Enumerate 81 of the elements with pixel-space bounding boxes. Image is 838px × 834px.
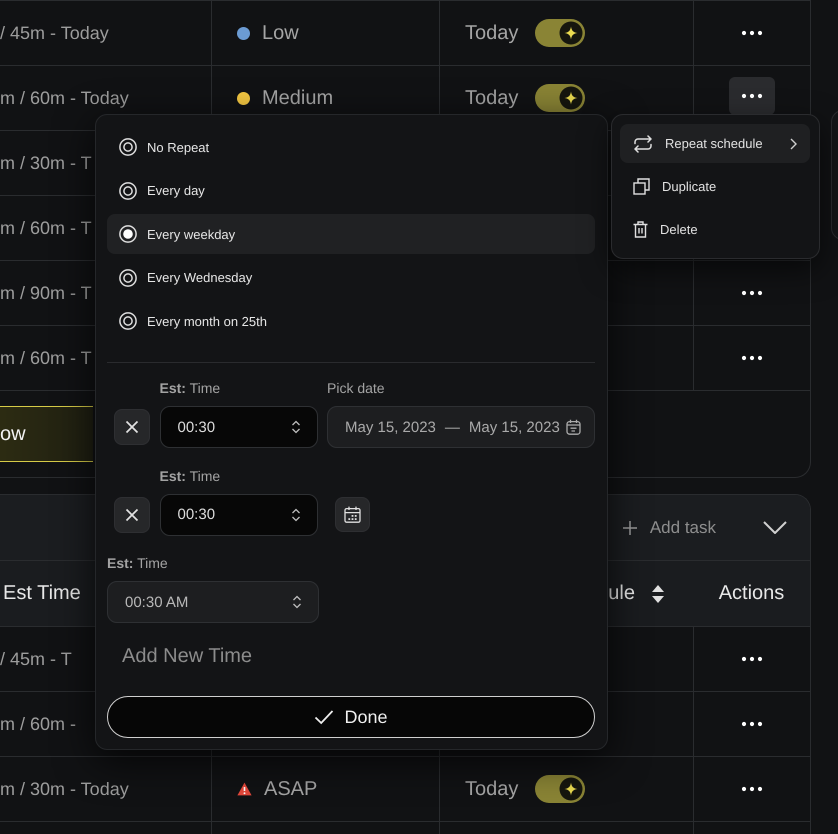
est-time-text: m / 90m - T bbox=[0, 282, 92, 304]
sparkle-icon bbox=[559, 86, 584, 110]
repeat-option[interactable]: Every weekday bbox=[107, 214, 595, 254]
menu-item[interactable]: Duplicate bbox=[620, 167, 730, 206]
est-time-text: m / 30m - T bbox=[0, 152, 92, 174]
radio-icon bbox=[119, 138, 137, 156]
repeat-icon bbox=[633, 134, 653, 152]
est-time-text: / 45m - T bbox=[0, 648, 72, 670]
plus-icon bbox=[622, 520, 637, 534]
time-select[interactable]: 00:30 bbox=[160, 494, 318, 536]
calendar-button[interactable] bbox=[335, 497, 370, 532]
calendar-icon bbox=[344, 506, 361, 523]
add-time-link[interactable]: Add New Time bbox=[122, 644, 252, 668]
chevron-updown-icon bbox=[290, 506, 300, 522]
add-task-button[interactable]: Add task bbox=[622, 518, 716, 538]
radio-icon bbox=[119, 268, 137, 286]
sparkle-icon bbox=[559, 21, 584, 45]
more-button[interactable] bbox=[729, 77, 775, 115]
time-select[interactable]: 00:30 AM bbox=[107, 581, 319, 623]
more-icon bbox=[741, 30, 763, 36]
more-button[interactable] bbox=[741, 290, 763, 296]
close-icon bbox=[124, 506, 140, 522]
radio-icon bbox=[119, 312, 137, 330]
column-header[interactable]: Est Time bbox=[3, 582, 81, 605]
repeat-option[interactable]: Every day bbox=[107, 170, 217, 210]
more-button[interactable] bbox=[741, 721, 763, 727]
radio-icon bbox=[119, 182, 137, 200]
chevron-updown-icon bbox=[292, 594, 302, 610]
more-button[interactable] bbox=[741, 30, 763, 36]
repeat-option[interactable]: Every Wednesday bbox=[107, 258, 264, 298]
field-label: Pick date bbox=[327, 380, 385, 397]
est-time-text: / 45m - Today bbox=[0, 22, 109, 44]
schedule-label: Today bbox=[465, 22, 518, 44]
priority-label: Medium bbox=[262, 86, 334, 110]
date-range-field[interactable]: May 15, 2023 — May 15, 2023 bbox=[327, 406, 595, 448]
more-icon bbox=[741, 721, 763, 727]
close-icon bbox=[124, 419, 140, 435]
priority-label: Low bbox=[262, 22, 299, 44]
toggle-switch[interactable] bbox=[535, 19, 586, 47]
est-time-text: m / 60m - bbox=[0, 714, 76, 734]
sort-icon bbox=[651, 584, 665, 604]
priority-label: ASAP bbox=[264, 778, 318, 800]
more-icon bbox=[741, 290, 763, 296]
repeat-option[interactable]: No Repeat bbox=[107, 127, 222, 167]
column-header[interactable]: Actions bbox=[718, 582, 784, 605]
copy-icon bbox=[633, 178, 650, 195]
est-time-text: m / 60m - T bbox=[0, 218, 92, 238]
chevron-down-icon[interactable] bbox=[763, 521, 787, 534]
chevron-right-icon bbox=[790, 138, 797, 150]
menu-item[interactable]: Delete bbox=[620, 210, 711, 249]
field-label: Est: Time bbox=[160, 380, 220, 397]
more-icon bbox=[741, 656, 763, 662]
more-icon bbox=[741, 93, 763, 99]
action-button[interactable]: ow bbox=[0, 406, 93, 462]
check-icon bbox=[314, 709, 334, 725]
est-time-text: m / 60m - T bbox=[0, 348, 92, 368]
est-time-text: m / 60m - Today bbox=[0, 88, 129, 108]
schedule-label: Today bbox=[465, 778, 518, 800]
more-button[interactable] bbox=[741, 355, 763, 361]
remove-button[interactable] bbox=[114, 496, 150, 532]
trash-icon bbox=[633, 221, 648, 238]
more-icon bbox=[741, 786, 763, 792]
column-header[interactable]: ule bbox=[608, 582, 665, 605]
calendar-icon bbox=[566, 419, 581, 435]
menu-item[interactable]: Repeat schedule bbox=[620, 124, 810, 163]
remove-button[interactable] bbox=[114, 409, 150, 445]
est-time-text: m / 30m - Today bbox=[0, 778, 129, 800]
done-button[interactable]: Done bbox=[107, 696, 595, 738]
more-button[interactable] bbox=[741, 786, 763, 792]
more-button[interactable] bbox=[741, 656, 763, 662]
chevron-updown-icon bbox=[290, 419, 300, 435]
field-label: Est: Time bbox=[107, 555, 168, 572]
toggle-switch[interactable] bbox=[535, 775, 586, 803]
schedule-label: Today bbox=[465, 86, 518, 110]
toggle-switch[interactable] bbox=[535, 84, 586, 112]
repeat-option[interactable]: Every month on 25th bbox=[107, 301, 279, 341]
more-icon bbox=[741, 355, 763, 361]
radio-icon bbox=[119, 225, 137, 243]
sparkle-icon bbox=[559, 777, 584, 801]
time-select[interactable]: 00:30 bbox=[160, 406, 318, 448]
field-label: Est: Time bbox=[160, 468, 220, 484]
